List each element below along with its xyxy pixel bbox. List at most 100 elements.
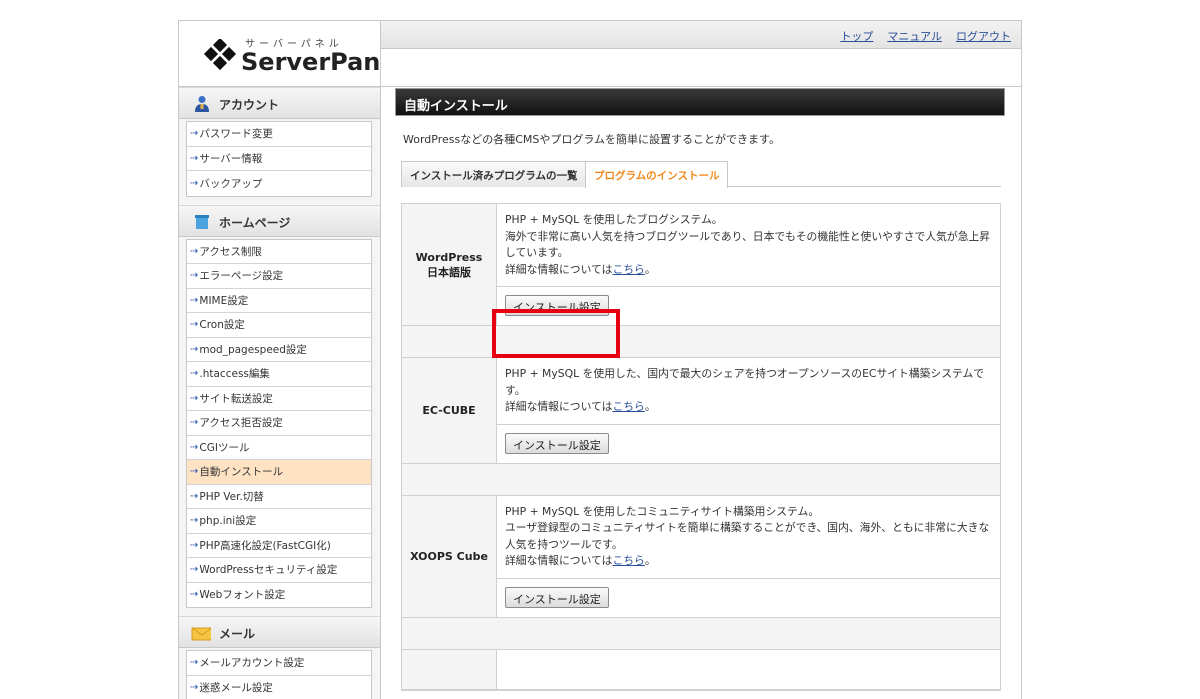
sidebar-item-label: アクセス拒否設定: [199, 417, 283, 430]
program-description: PHP + MySQL を使用したコミュニティサイト構築用システム。 ユーザ登録…: [497, 496, 1000, 579]
arrow-right-icon: ⇢: [190, 564, 199, 576]
arrow-right-icon: ⇢: [190, 319, 199, 331]
sidebar-item-web-font[interactable]: ⇢ Webフォント設定: [187, 583, 371, 608]
sidebar-item-password-change[interactable]: ⇢ パスワード変更: [187, 122, 371, 147]
sidebar-item-wordpress-security[interactable]: ⇢ WordPressセキュリティ設定: [187, 558, 371, 583]
sidebar-item-label: php.ini設定: [199, 515, 257, 528]
sidebar-item-server-info[interactable]: ⇢ サーバー情報: [187, 147, 371, 171]
program-description: PHP + MySQL を使用したブログシステム。 海外で非常に高い人気を持つブ…: [497, 204, 1000, 287]
sidebar-section-homepage: ホームページ: [179, 204, 380, 237]
arrow-right-icon: ⇢: [190, 177, 199, 189]
top-link[interactable]: トップ: [840, 28, 873, 44]
main-content: 自動インストール WordPressなどの各種CMSやプログラムを簡単に設置する…: [395, 88, 1005, 691]
sidebar-section-title: アカウント: [219, 98, 280, 112]
sidebar-item-label: 自動インストール: [199, 466, 284, 479]
sidebar-item-php-version[interactable]: ⇢ PHP Ver.切替: [187, 485, 371, 509]
row-separator: [402, 617, 1000, 650]
arrow-right-icon: ⇢: [190, 294, 199, 306]
sidebar-item-label: CGIツール: [199, 441, 250, 454]
tab-bar: インストール済みプログラムの一覧 プログラムのインストール: [401, 161, 1001, 188]
top-navigation-bar: トップ マニュアル ログアウト: [381, 21, 1021, 49]
install-settings-button-xoops-cube[interactable]: インストール設定: [505, 586, 609, 608]
sidebar-item-mime[interactable]: ⇢ MIME設定: [187, 289, 371, 313]
program-name: XOOPS Cube: [402, 495, 497, 617]
sidebar-item-label: サイト転送設定: [199, 392, 273, 405]
program-row-xoops-cube: XOOPS Cube PHP + MySQL を使用したコミュニティサイト構築用…: [402, 495, 1000, 618]
sidebar-item-label: 迷惑メール設定: [199, 681, 273, 694]
arrow-right-icon: ⇢: [190, 657, 199, 669]
sidebar-item-label: エラーページ設定: [199, 270, 284, 283]
sidebar-item-access-restriction[interactable]: ⇢ アクセス制限: [187, 240, 371, 264]
sidebar-item-php-fastcgi[interactable]: ⇢ PHP高速化設定(FastCGI化): [187, 534, 371, 558]
arrow-right-icon: ⇢: [190, 392, 199, 404]
sidebar-item-mod-pagespeed[interactable]: ⇢ mod_pagespeed設定: [187, 338, 371, 362]
sidebar-item-php-ini[interactable]: ⇢ php.ini設定: [187, 509, 371, 534]
details-link[interactable]: こちら: [612, 554, 644, 567]
sidebar-item-label: mod_pagespeed設定: [199, 343, 307, 356]
sidebar-item-label: PHP Ver.切替: [199, 490, 264, 503]
sidebar-item-cgi-tools[interactable]: ⇢ CGIツール: [187, 436, 371, 460]
sidebar-item-htaccess[interactable]: ⇢ .htaccess編集: [187, 362, 371, 387]
diamond-logo-icon: [203, 39, 237, 71]
sidebar-item-label: MIME設定: [199, 294, 249, 307]
sidebar-list-account: ⇢ パスワード変更 ⇢ サーバー情報 ⇢ バックアップ: [186, 121, 372, 197]
install-settings-button-ec-cube[interactable]: インストール設定: [505, 432, 609, 454]
sidebar-item-label: アクセス制限: [199, 245, 262, 258]
sidebar-item-error-page[interactable]: ⇢ エラーページ設定: [187, 264, 371, 289]
arrow-right-icon: ⇢: [190, 270, 199, 282]
sidebar-section-title: ホームページ: [219, 215, 291, 230]
arrow-right-icon: ⇢: [190, 490, 199, 502]
sidebar: アカウント ⇢ パスワード変更 ⇢ サーバー情報 ⇢ バックアップ ホームページ ⇢ ア…: [179, 87, 381, 699]
page-title: 自動インストール: [395, 88, 1005, 116]
arrow-right-icon: ⇢: [190, 539, 199, 551]
tab-install-program[interactable]: プログラムのインストール: [585, 161, 729, 188]
arrow-right-icon: ⇢: [190, 343, 199, 355]
arrow-right-icon: ⇢: [190, 417, 199, 429]
manual-link[interactable]: マニュアル: [887, 28, 942, 44]
arrow-right-icon: ⇢: [190, 245, 199, 257]
logout-link[interactable]: ログアウト: [956, 28, 1011, 44]
sidebar-item-label: バックアップ: [199, 177, 263, 190]
sidebar-item-label: サーバー情報: [199, 152, 263, 165]
sidebar-item-cron[interactable]: ⇢ Cron設定: [187, 313, 371, 338]
program-row-wordpress: WordPress 日本語版 PHP + MySQL を使用したブログシステム。 …: [402, 204, 1000, 326]
program-row-next: [402, 649, 1000, 690]
arrow-right-icon: ⇢: [190, 515, 199, 527]
sidebar-item-backup[interactable]: ⇢ バックアップ: [187, 171, 371, 196]
arrow-right-icon: ⇢: [190, 589, 199, 601]
sidebar-section-account: アカウント: [179, 87, 380, 119]
arrow-right-icon: ⇢: [190, 681, 199, 693]
mail-icon: [191, 627, 211, 641]
sidebar-section-mail: メール: [179, 616, 380, 648]
sidebar-item-mail-account[interactable]: ⇢ メールアカウント設定: [187, 651, 371, 676]
sidebar-item-label: .htaccess編集: [199, 368, 270, 381]
server-panel-window: サーバーパネル ServerPanel トップ マニュアル ログアウト アカウン…: [178, 20, 1022, 699]
sidebar-list-mail: ⇢ メールアカウント設定 ⇢ 迷惑メール設定: [186, 650, 372, 699]
sidebar-item-auto-install[interactable]: ⇢ 自動インストール: [187, 460, 371, 485]
sidebar-item-label: メールアカウント設定: [199, 657, 305, 670]
arrow-right-icon: ⇢: [190, 128, 199, 140]
sidebar-item-label: パスワード変更: [199, 128, 273, 141]
program-description: PHP + MySQL を使用した、国内で最大のシェアを持つオープンソースのEC…: [497, 358, 1000, 425]
details-link[interactable]: こちら: [612, 400, 644, 413]
arrow-right-icon: ⇢: [190, 441, 199, 453]
arrow-right-icon: ⇢: [190, 466, 199, 478]
highlight-box: [492, 309, 620, 358]
sidebar-item-site-redirect[interactable]: ⇢ サイト転送設定: [187, 387, 371, 411]
sidebar-item-label: Webフォント設定: [199, 589, 286, 602]
sidebar-item-spam-settings[interactable]: ⇢ 迷惑メール設定: [187, 676, 371, 699]
sidebar-item-access-deny[interactable]: ⇢ アクセス拒否設定: [187, 411, 371, 436]
sidebar-item-label: WordPressセキュリティ設定: [199, 564, 338, 577]
arrow-right-icon: ⇢: [190, 152, 199, 164]
program-table: WordPress 日本語版 PHP + MySQL を使用したブログシステム。 …: [401, 203, 1001, 691]
sidebar-item-label: PHP高速化設定(FastCGI化): [199, 539, 331, 552]
user-icon: [195, 96, 209, 112]
details-link[interactable]: こちら: [612, 263, 644, 276]
tab-installed-programs[interactable]: インストール済みプログラムの一覧: [401, 161, 587, 187]
logo[interactable]: サーバーパネル ServerPanel: [179, 21, 405, 87]
program-row-ec-cube: EC-CUBE PHP + MySQL を使用した、国内で最大のシェアを持つオー…: [402, 358, 1000, 464]
sidebar-item-label: Cron設定: [199, 319, 245, 332]
arrow-right-icon: ⇢: [190, 368, 199, 380]
program-name: EC-CUBE: [402, 358, 497, 463]
homepage-icon: [195, 214, 209, 229]
